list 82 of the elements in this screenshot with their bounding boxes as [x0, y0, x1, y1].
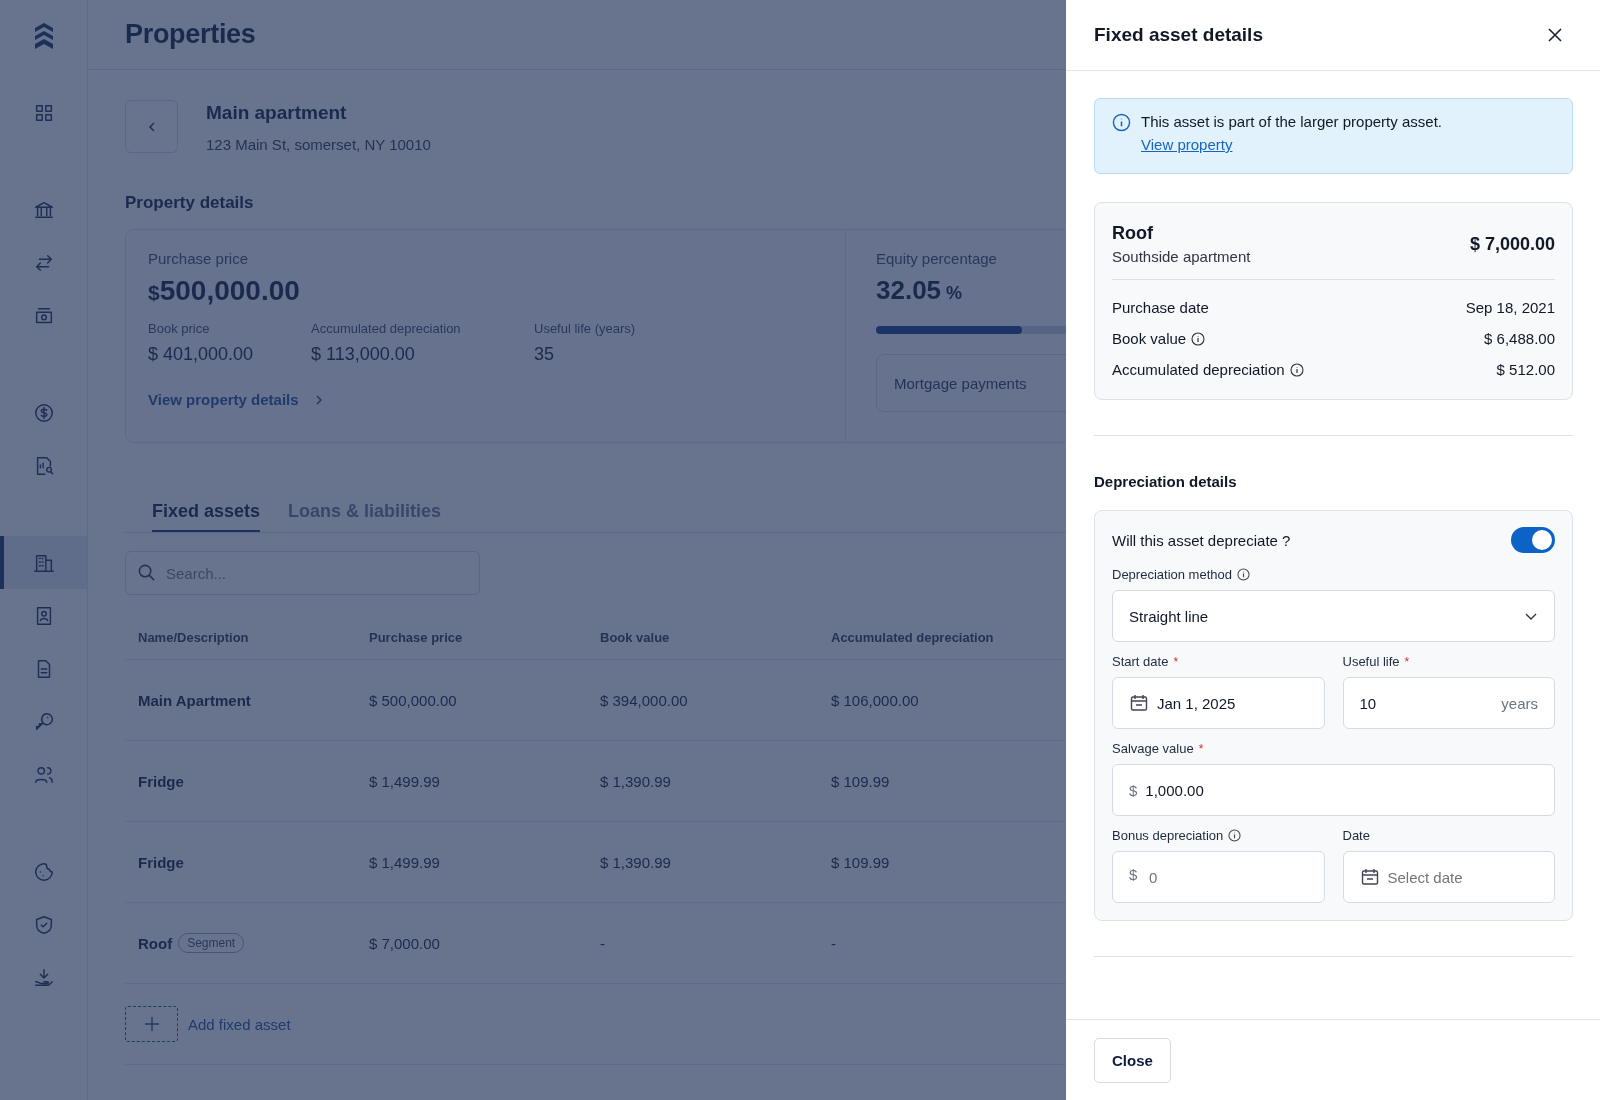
section-title: Depreciation details — [1094, 473, 1238, 490]
view-property-link[interactable]: View property — [1141, 136, 1233, 153]
field-label: Salvage value — [1112, 741, 1194, 756]
table-cell-text: $ 1,390.99 — [600, 772, 672, 790]
field-label: Useful life — [1342, 654, 1400, 669]
stat-label: Accumulated depreciation — [311, 321, 462, 336]
date-field[interactable]: Jan 1, 2025 — [1112, 677, 1325, 729]
info-icon — [1289, 362, 1304, 377]
table-cell-text: $ 1,499.99 — [369, 853, 441, 871]
table-cell-text: $ 394,000.00 — [600, 691, 689, 709]
date-field[interactable]: Select date — [1342, 851, 1555, 903]
detail-value: $ 512.00 — [1496, 361, 1555, 378]
close-button[interactable]: Close — [1094, 1037, 1171, 1083]
back-button[interactable] — [125, 100, 178, 153]
required-mark: * — [1198, 741, 1204, 756]
plus-icon — [143, 1016, 160, 1032]
detail-label: Book value — [1112, 330, 1187, 347]
percent-unit: % — [946, 283, 963, 304]
table-cell-text: - — [831, 934, 837, 952]
column-header: Accumulated depreciation — [831, 629, 995, 645]
table-cell-text: $ 109.99 — [831, 853, 891, 871]
table-cell-text: $ 500,000.00 — [369, 691, 458, 709]
banner-text: This asset is part of the larger property asset. — [1141, 113, 1442, 130]
stat-label: Useful life (years) — [534, 321, 636, 336]
column-header: Purchase price — [369, 629, 464, 645]
sidebar-item[interactable] — [0, 536, 87, 589]
asset-name: Fridge — [138, 853, 184, 871]
asset-name: Roof — [1112, 223, 1154, 244]
required-mark: * — [1404, 654, 1410, 669]
asset-name: Main Apartment — [138, 691, 251, 709]
search-icon — [137, 563, 156, 582]
detail-value: $ 6,488.00 — [1484, 330, 1555, 347]
detail-label: Purchase date — [1112, 299, 1209, 316]
calendar-icon — [1129, 693, 1149, 713]
section-title: Property details — [125, 193, 255, 213]
currency-prefix: $ — [1129, 866, 1138, 883]
table-cell-text: - — [600, 934, 606, 952]
info-icon — [1228, 829, 1242, 842]
asset-name: Roof — [138, 934, 173, 952]
purchase-price: 500,000.00 — [159, 275, 300, 307]
currency-symbol: $ — [148, 281, 160, 304]
add-button[interactable] — [125, 1006, 178, 1042]
info-icon — [1191, 331, 1206, 346]
toggle-switch[interactable] — [1511, 527, 1555, 553]
stat-value: $ 401,000.00 — [148, 344, 255, 365]
info-icon — [1236, 568, 1250, 581]
table-cell-text: $ 7,000.00 — [369, 934, 441, 952]
column-header: Name/Description — [138, 629, 250, 645]
page-title: Properties — [125, 19, 256, 50]
equity-value: 32.05 — [876, 275, 942, 306]
toggle-label: Will this asset depreciate ? — [1112, 531, 1291, 549]
property-address: 123 Main St, somerset, NY 10010 — [206, 136, 431, 153]
asset-subtitle: Southside apartment — [1112, 248, 1251, 265]
asset-amount: $ 7,000.00 — [1469, 233, 1555, 255]
table-cell-text: $ 1,499.99 — [369, 772, 441, 790]
info-icon — [1112, 113, 1131, 132]
field-label: Date — [1342, 828, 1370, 843]
calendar-icon — [1359, 867, 1380, 887]
useful-life-field[interactable]: 10 years — [1342, 677, 1555, 729]
table-cell-text: $ 109.99 — [831, 772, 891, 790]
drawer-title: Fixed asset details — [1094, 24, 1263, 46]
required-mark: * — [1173, 654, 1179, 669]
detail-label: Accumulated depreciation — [1112, 361, 1285, 378]
stat-label: Equity percentage — [876, 250, 997, 267]
stat-value: $ 113,000.00 — [311, 344, 416, 365]
stat-label: Purchase price — [148, 250, 250, 267]
table-cell-text: $ 106,000.00 — [831, 691, 920, 709]
table-cell-text: $ 1,390.99 — [600, 853, 672, 871]
property-name: Main apartment — [206, 102, 348, 124]
field-label: Start date — [1112, 654, 1169, 669]
dollar-icon — [32, 401, 55, 424]
salvage-value-field[interactable]: $ 1,000.00 — [1112, 764, 1555, 816]
field-label: Depreciation method — [1112, 567, 1232, 582]
stat-label: Book price — [148, 321, 211, 336]
asset-name: Fridge — [138, 772, 184, 790]
detail-value: Sep 18, 2021 — [1465, 299, 1555, 316]
field-label: Bonus depreciation — [1112, 828, 1224, 843]
close-icon[interactable] — [1547, 27, 1563, 43]
stat-value: 35 — [534, 344, 556, 365]
method-dropdown[interactable]: Straight line — [1112, 590, 1555, 642]
hand-download-icon — [32, 966, 55, 989]
column-header: Book value — [600, 629, 671, 645]
